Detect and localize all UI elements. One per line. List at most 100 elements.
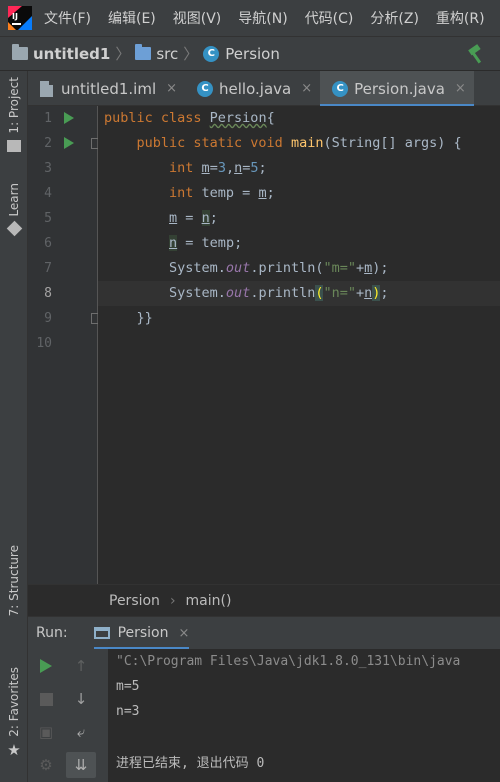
scroll-to-end-icon: ⇊ bbox=[74, 756, 88, 774]
folder-icon bbox=[7, 139, 21, 152]
chevron-right-icon: 〉 bbox=[183, 45, 199, 63]
breadcrumb-method[interactable]: main() bbox=[186, 593, 232, 609]
tab-hello-java[interactable]: C hello.java × bbox=[185, 71, 320, 106]
run-tab-label: Persion bbox=[117, 625, 169, 641]
left-tool-stripe: 1: Project Learn 7: Structure 2: Favorit… bbox=[0, 71, 28, 782]
code-line-5: m = n; bbox=[169, 210, 218, 226]
intellij-logo-icon: IJ bbox=[8, 6, 32, 30]
camera-icon: ▣ bbox=[38, 723, 54, 741]
learn-tool-tab[interactable]: Learn bbox=[0, 183, 28, 236]
code-line-6: n = temp; bbox=[169, 235, 243, 251]
svg-text:IJ: IJ bbox=[12, 12, 18, 21]
menu-edit[interactable]: 编辑(E) bbox=[108, 8, 156, 28]
console-icon bbox=[93, 627, 110, 639]
code-line-1: public class Persion{ bbox=[104, 110, 275, 126]
line-number: 6 bbox=[44, 236, 52, 251]
editor-gutter[interactable]: 1 2 3 4 5 6 7 8 9 10 bbox=[28, 106, 102, 584]
line-number: 9 bbox=[44, 311, 52, 326]
line-number-current: 8 bbox=[44, 286, 52, 301]
close-icon[interactable]: × bbox=[166, 81, 177, 96]
line-number: 4 bbox=[44, 186, 52, 201]
chevron-right-icon: › bbox=[169, 592, 176, 609]
scroll-to-end-button[interactable]: ⇊ bbox=[66, 752, 96, 778]
breadcrumb-project[interactable]: untitled1 bbox=[12, 44, 111, 63]
close-icon[interactable]: × bbox=[179, 626, 190, 641]
star-icon: ★ bbox=[7, 740, 21, 759]
java-class-icon: C bbox=[332, 80, 349, 97]
console-line-output: n=3 bbox=[116, 704, 140, 719]
code-line-3: int m=3,n=5; bbox=[169, 160, 267, 176]
rerun-button[interactable] bbox=[31, 653, 61, 679]
folder-name: src bbox=[156, 44, 179, 63]
settings-button[interactable]: ⚙ bbox=[31, 752, 61, 778]
favorites-tool-tab[interactable]: 2: Favorites ★ bbox=[0, 667, 28, 759]
line-number: 3 bbox=[44, 161, 52, 176]
line-number: 2 bbox=[44, 136, 52, 151]
menu-bar: IJ 文件(F) 编辑(E) 视图(V) 导航(N) 代码(C) 分析(Z) 重… bbox=[0, 0, 500, 36]
java-class-icon: C bbox=[203, 45, 220, 62]
code-line-8: System.out.println("n="+n); bbox=[104, 285, 389, 301]
editor-breadcrumb: Persion › main() bbox=[28, 584, 500, 616]
structure-tab-label: 7: Structure bbox=[7, 545, 21, 617]
menu-navigate[interactable]: 导航(N) bbox=[238, 8, 287, 28]
menu-file[interactable]: 文件(F) bbox=[44, 8, 91, 28]
structure-tool-tab[interactable]: 7: Structure bbox=[0, 545, 28, 616]
file-name: Persion bbox=[225, 44, 280, 63]
run-toolbar: ↑ ↓ ▣ ⤶ ⚙ ⇊ bbox=[28, 649, 108, 782]
favorites-tab-label: 2: Favorites bbox=[7, 667, 21, 737]
run-panel-header: Run: Persion × bbox=[28, 616, 500, 650]
learn-tab-label: Learn bbox=[7, 183, 21, 217]
line-number: 10 bbox=[36, 336, 52, 351]
close-icon[interactable]: × bbox=[301, 81, 312, 96]
tab-persion-java[interactable]: C Persion.java × bbox=[320, 71, 474, 107]
run-class-icon[interactable] bbox=[64, 112, 74, 124]
editor-tab-bar: untitled1.iml × C hello.java × C Persion… bbox=[28, 71, 500, 107]
stop-icon bbox=[39, 692, 53, 706]
console-output[interactable]: "C:\Program Files\Java\jdk1.8.0_131\bin\… bbox=[108, 649, 500, 782]
run-label: Run: bbox=[36, 625, 68, 641]
code-line-9: }} bbox=[104, 310, 153, 326]
menu-analyze[interactable]: 分析(Z) bbox=[370, 8, 419, 28]
module-file-icon bbox=[40, 80, 53, 97]
chevron-right-icon: 〉 bbox=[115, 45, 131, 63]
soft-wrap-icon: ⤶ bbox=[76, 723, 86, 741]
scroll-down-button[interactable]: ↓ bbox=[66, 686, 96, 712]
line-number: 7 bbox=[44, 261, 52, 276]
tab-label: Persion.java bbox=[354, 79, 445, 98]
scroll-up-button[interactable]: ↑ bbox=[66, 653, 96, 679]
breadcrumb-file[interactable]: C Persion bbox=[203, 45, 280, 63]
navigation-bar: untitled1 〉 src 〉 C Persion bbox=[0, 36, 500, 71]
project-tool-tab[interactable]: 1: Project bbox=[0, 77, 28, 152]
breadcrumb-class[interactable]: Persion bbox=[109, 593, 160, 609]
close-icon[interactable]: × bbox=[455, 81, 466, 96]
line-number: 1 bbox=[44, 111, 52, 126]
line-number: 5 bbox=[44, 211, 52, 226]
code-line-4: int temp = m; bbox=[169, 185, 275, 201]
tab-label: untitled1.iml bbox=[61, 79, 157, 98]
stop-button[interactable] bbox=[31, 686, 61, 712]
menu-view[interactable]: 视图(V) bbox=[173, 8, 222, 28]
graduation-cap-icon bbox=[6, 220, 22, 236]
console-line-output: m=5 bbox=[116, 679, 140, 694]
breadcrumb-src[interactable]: src bbox=[135, 44, 179, 63]
code-line-7: System.out.println("m="+m); bbox=[104, 260, 389, 276]
tab-untitled1-iml[interactable]: untitled1.iml × bbox=[28, 71, 185, 106]
source-folder-icon bbox=[135, 44, 152, 60]
console-line-command: "C:\Program Files\Java\jdk1.8.0_131\bin\… bbox=[116, 654, 461, 669]
run-main-icon[interactable] bbox=[64, 137, 74, 149]
project-name: untitled1 bbox=[33, 44, 111, 63]
menu-code[interactable]: 代码(C) bbox=[305, 8, 354, 28]
code-editor[interactable]: public class Persion{ public static void… bbox=[98, 106, 500, 584]
java-class-icon: C bbox=[197, 80, 214, 97]
dump-threads-button[interactable]: ▣ bbox=[31, 719, 61, 745]
folder-icon bbox=[12, 44, 28, 60]
run-tab-persion[interactable]: Persion × bbox=[93, 617, 190, 650]
code-line-2: public static void main(String[] args) { bbox=[136, 135, 462, 151]
build-hammer-icon[interactable] bbox=[466, 43, 488, 65]
tab-label: hello.java bbox=[219, 79, 292, 98]
console-line-exit: 进程已结束, 退出代码 0 bbox=[116, 756, 265, 771]
menu-refactor[interactable]: 重构(R) bbox=[436, 8, 485, 28]
soft-wrap-button[interactable]: ⤶ bbox=[66, 719, 96, 745]
arrow-down-icon: ↓ bbox=[74, 690, 88, 708]
gear-icon: ⚙ bbox=[39, 756, 53, 774]
